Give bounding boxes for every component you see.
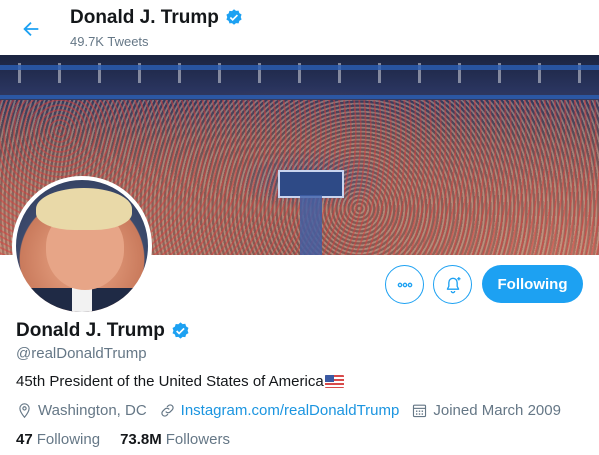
link-icon <box>160 404 174 417</box>
arrow-left-icon <box>23 21 39 37</box>
joined-text: Joined March 2009 <box>433 402 561 419</box>
following-button[interactable]: Following <box>482 265 583 303</box>
bio-text: 45th President of the United States of A… <box>16 373 324 390</box>
location-item: Washington, DC <box>16 402 147 419</box>
profile-handle: @realDonaldTrump <box>16 345 147 362</box>
avatar-shirt <box>72 288 92 312</box>
profile-display-name: Donald J. Trump <box>16 320 191 342</box>
tweet-count: 49.7K Tweets <box>70 34 149 49</box>
profile-stats: 47 Following 73.8M Followers <box>16 431 250 448</box>
following-stat-link[interactable]: 47 Following <box>16 431 100 448</box>
banner-stage <box>278 170 344 198</box>
more-dots-icon <box>397 282 412 287</box>
bell-plus-icon <box>446 276 460 293</box>
verified-badge-icon <box>172 321 189 339</box>
avatar-hair <box>36 188 132 230</box>
profile-header-bar: Donald J. Trump 49.7K Tweets <box>0 0 599 55</box>
following-label: Following <box>36 431 101 448</box>
display-name-text: Donald J. Trump <box>16 320 165 341</box>
us-flag-icon <box>324 375 344 388</box>
followers-label: Followers <box>165 431 230 448</box>
back-button[interactable] <box>14 12 48 46</box>
location-pin-icon <box>19 403 30 419</box>
profile-bio: 45th President of the United States of A… <box>16 373 344 390</box>
header-title: Donald J. Trump <box>70 7 244 29</box>
followers-count: 73.8M <box>120 431 162 448</box>
avatar[interactable] <box>12 176 152 316</box>
location-text: Washington, DC <box>38 402 147 419</box>
header-name: Donald J. Trump <box>70 7 219 28</box>
profile-meta: Washington, DC Instagram.com/realDonaldT… <box>16 402 573 419</box>
joined-item: Joined March 2009 <box>411 402 561 419</box>
following-count: 47 <box>16 431 33 448</box>
banner-ribbon <box>0 95 599 99</box>
more-options-button[interactable] <box>385 265 424 304</box>
banner-stage-runway <box>300 195 322 255</box>
website-link[interactable]: Instagram.com/realDonaldTrump <box>181 402 400 419</box>
website-item: Instagram.com/realDonaldTrump <box>159 402 400 419</box>
followers-stat-link[interactable]: 73.8M Followers <box>120 431 230 448</box>
notifications-button[interactable] <box>433 265 472 304</box>
verified-badge-icon <box>226 9 242 25</box>
calendar-icon <box>413 404 427 418</box>
banner-ribbon <box>0 65 599 70</box>
